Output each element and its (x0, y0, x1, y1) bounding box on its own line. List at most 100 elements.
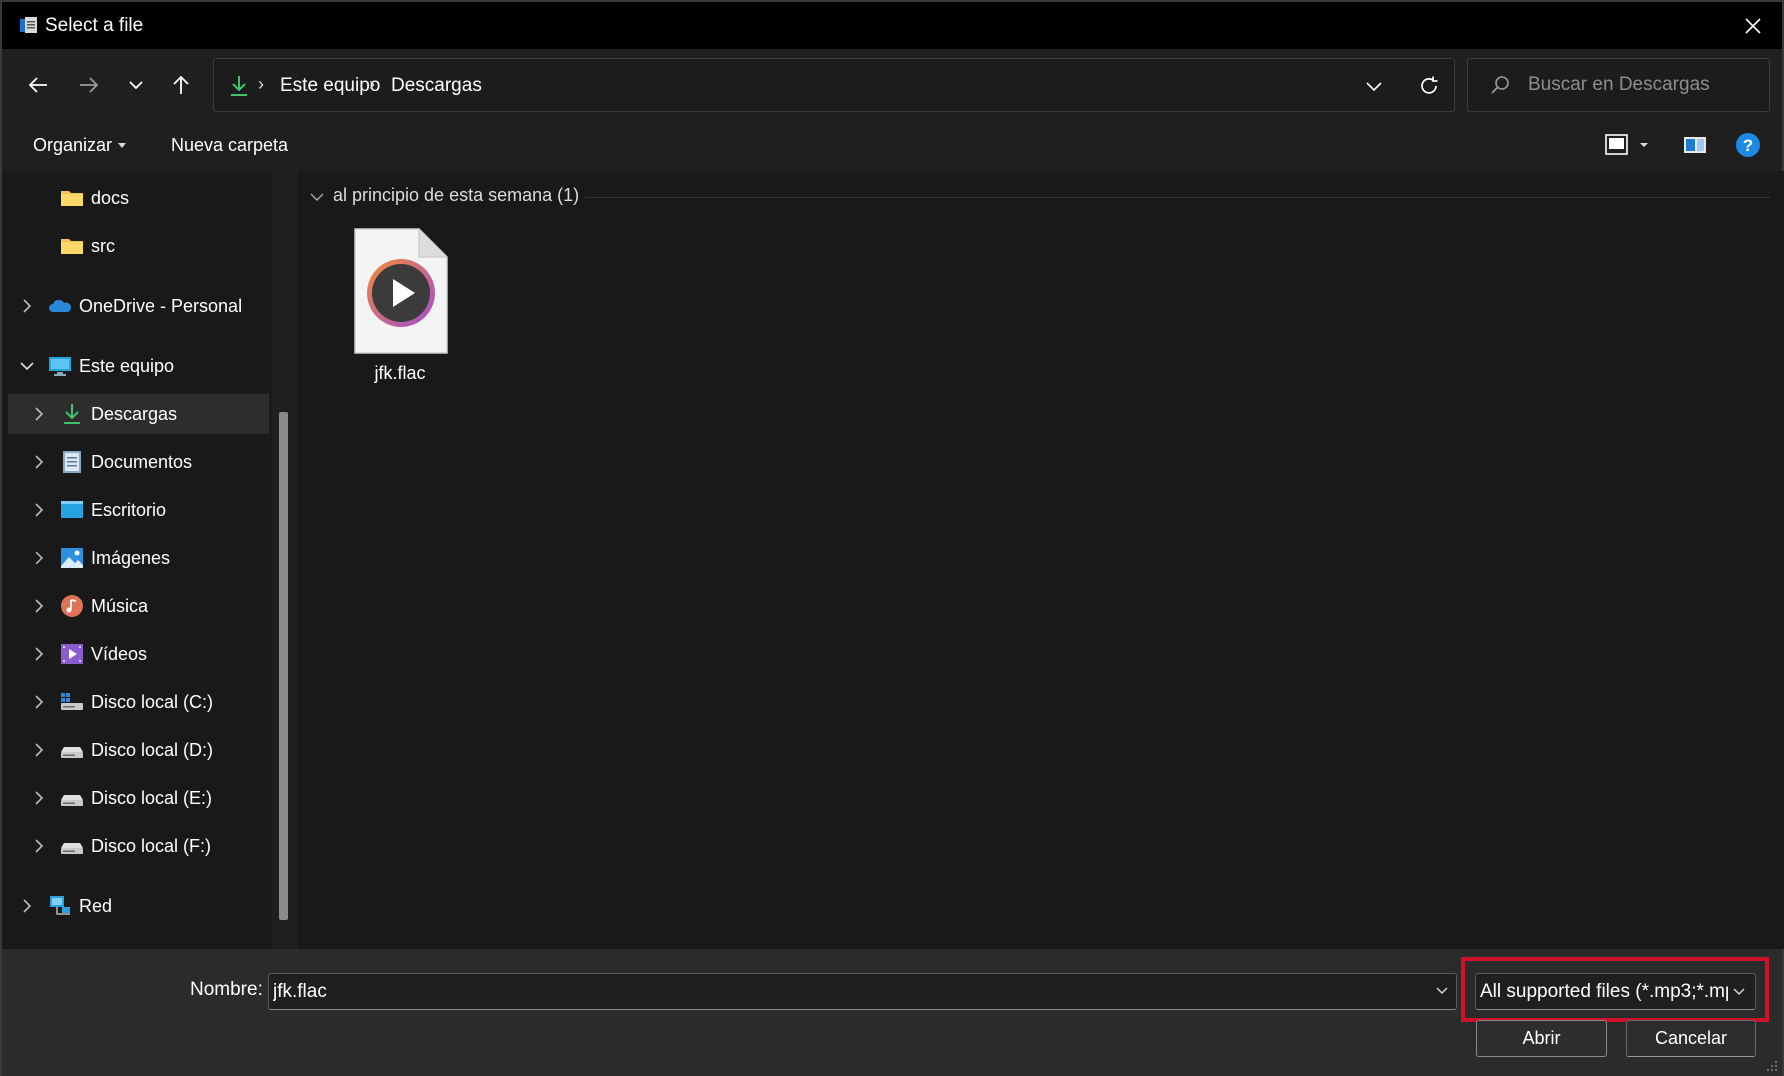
chevron-down-icon[interactable] (1434, 982, 1450, 998)
sidebar-item-src[interactable]: src (8, 226, 269, 266)
recent-locations-button[interactable] (118, 67, 154, 103)
onedrive-icon (49, 299, 71, 312)
sidebar-item-escritorio[interactable]: Escritorio (8, 490, 269, 530)
chevron-down-icon[interactable] (20, 359, 34, 373)
file-name-combobox[interactable] (268, 973, 1457, 1010)
view-options-button[interactable] (1604, 132, 1650, 164)
svg-text:?: ? (1743, 136, 1753, 155)
search-icon (1491, 76, 1509, 94)
address-dropdown-button[interactable] (1359, 71, 1389, 101)
file-item[interactable]: jfk.flac (348, 227, 452, 397)
app-icon (20, 17, 37, 33)
sidebar-item-label: OneDrive - Personal (79, 296, 243, 316)
sidebar-item-videos[interactable]: Vídeos (8, 634, 269, 674)
open-button[interactable]: Abrir (1476, 1020, 1607, 1057)
help-icon: ? (1736, 133, 1760, 157)
forward-button[interactable] (71, 67, 107, 103)
computer-icon (49, 357, 71, 376)
sidebar-item-label: Descargas (91, 404, 178, 424)
drive-icon (61, 795, 83, 806)
sidebar-item-label: Disco local (C:) (91, 692, 214, 712)
sidebar-item-musica[interactable]: Música (8, 586, 269, 626)
chevron-right-icon[interactable] (32, 695, 46, 709)
sidebar-item-label: Documentos (91, 452, 193, 472)
back-button[interactable] (20, 67, 56, 103)
music-icon (61, 595, 83, 617)
sidebar-item-label: Música (91, 596, 149, 616)
chevron-right-icon[interactable] (20, 299, 34, 313)
network-icon (50, 896, 70, 915)
chevron-right-icon[interactable] (20, 899, 34, 913)
preview-pane-icon (1684, 137, 1706, 153)
folder-icon (61, 191, 83, 206)
preview-pane-button[interactable] (1682, 132, 1708, 164)
sidebar-item-disco-d[interactable]: Disco local (D:) (8, 730, 269, 770)
arrow-left-icon (28, 77, 47, 93)
sidebar-item-label: Vídeos (91, 644, 148, 664)
file-name-label: Nombre: (190, 979, 263, 1000)
chevron-right-icon[interactable] (32, 791, 46, 805)
group-header[interactable]: al principio de esta semana (1) (333, 185, 579, 206)
sidebar-item-label: Este equipo (79, 356, 175, 376)
search-input[interactable] (1528, 69, 1758, 101)
file-type-value: All supported files (*.mp3;*.mpeg;*.wav;… (1480, 981, 1728, 1002)
media-file-icon (354, 228, 448, 354)
sidebar-item-label: Disco local (E:) (91, 788, 213, 808)
up-button[interactable] (163, 67, 199, 103)
chevron-right-icon[interactable] (32, 743, 46, 757)
navigation-bar: › Este equipo › Descargas (2, 49, 1782, 121)
group-divider (585, 197, 1770, 198)
chevron-right-icon[interactable] (32, 599, 46, 613)
sidebar-item-onedrive[interactable]: OneDrive - Personal (8, 286, 269, 326)
collapse-group-icon[interactable] (310, 192, 324, 202)
command-bar: Organizar Nueva carpeta ? (2, 121, 1782, 171)
drive-icon (61, 747, 83, 758)
new-folder-button[interactable]: Nueva carpeta (171, 135, 288, 156)
pictures-icon (61, 548, 83, 568)
sidebar-item-docs[interactable]: docs (8, 178, 269, 218)
sidebar-item-disco-c[interactable]: Disco local (C:) (8, 682, 269, 722)
chevron-right-icon[interactable] (32, 407, 46, 421)
sidebar-item-label: Red (79, 896, 113, 916)
chevron-right-icon[interactable] (32, 839, 46, 853)
chevron-down-icon (129, 81, 143, 90)
sidebar-item-disco-f[interactable]: Disco local (F:) (8, 826, 269, 866)
sidebar-item-este-equipo[interactable]: Este equipo (8, 346, 269, 386)
refresh-icon (1421, 76, 1438, 94)
title-bar: Select a file (2, 2, 1782, 49)
address-bar[interactable]: › Este equipo › Descargas (213, 58, 1455, 112)
breadcrumb-descargas[interactable]: Descargas (391, 75, 482, 97)
chevron-right-icon[interactable] (32, 647, 46, 661)
chevron-right-icon[interactable] (32, 455, 46, 469)
download-icon (231, 76, 247, 96)
desktop-icon (61, 501, 83, 518)
sidebar-item-label: docs (91, 188, 130, 208)
folder-icon (61, 239, 83, 254)
file-type-select[interactable]: All supported files (*.mp3;*.mpeg;*.wav;… (1475, 973, 1756, 1010)
sidebar-item-imagenes[interactable]: Imágenes (8, 538, 269, 578)
sidebar-item-descargas[interactable]: Descargas (8, 394, 269, 434)
breadcrumb-separator-icon: › (369, 74, 375, 94)
breadcrumb-este-equipo[interactable]: Este equipo (280, 75, 380, 97)
file-list: al principio de esta semana (1) jfk.flac (298, 171, 1784, 949)
file-name: jfk.flac (374, 363, 426, 383)
sidebar-scrollbar-thumb[interactable] (279, 412, 288, 920)
chevron-right-icon[interactable] (32, 503, 46, 517)
sidebar-item-documentos[interactable]: Documentos (8, 442, 269, 482)
sidebar-item-red[interactable]: Red (8, 886, 269, 926)
resize-grip-icon[interactable] (1766, 1060, 1778, 1072)
chevron-right-icon[interactable] (32, 551, 46, 565)
help-button[interactable]: ? (1735, 132, 1761, 164)
chevron-down-icon (1733, 988, 1745, 995)
organize-button[interactable]: Organizar (33, 135, 127, 156)
file-name-input[interactable] (273, 978, 1413, 1006)
cancel-button[interactable]: Cancelar (1626, 1020, 1756, 1057)
download-icon (64, 404, 80, 424)
videos-icon (61, 644, 83, 664)
refresh-button[interactable] (1414, 71, 1444, 101)
close-button[interactable] (1724, 2, 1782, 49)
search-box[interactable] (1467, 58, 1770, 112)
sidebar-item-disco-e[interactable]: Disco local (E:) (8, 778, 269, 818)
dialog-footer: Nombre: All supported files (*.mp3;*.mpe… (2, 949, 1782, 1076)
sidebar-item-label: Disco local (D:) (91, 740, 214, 760)
